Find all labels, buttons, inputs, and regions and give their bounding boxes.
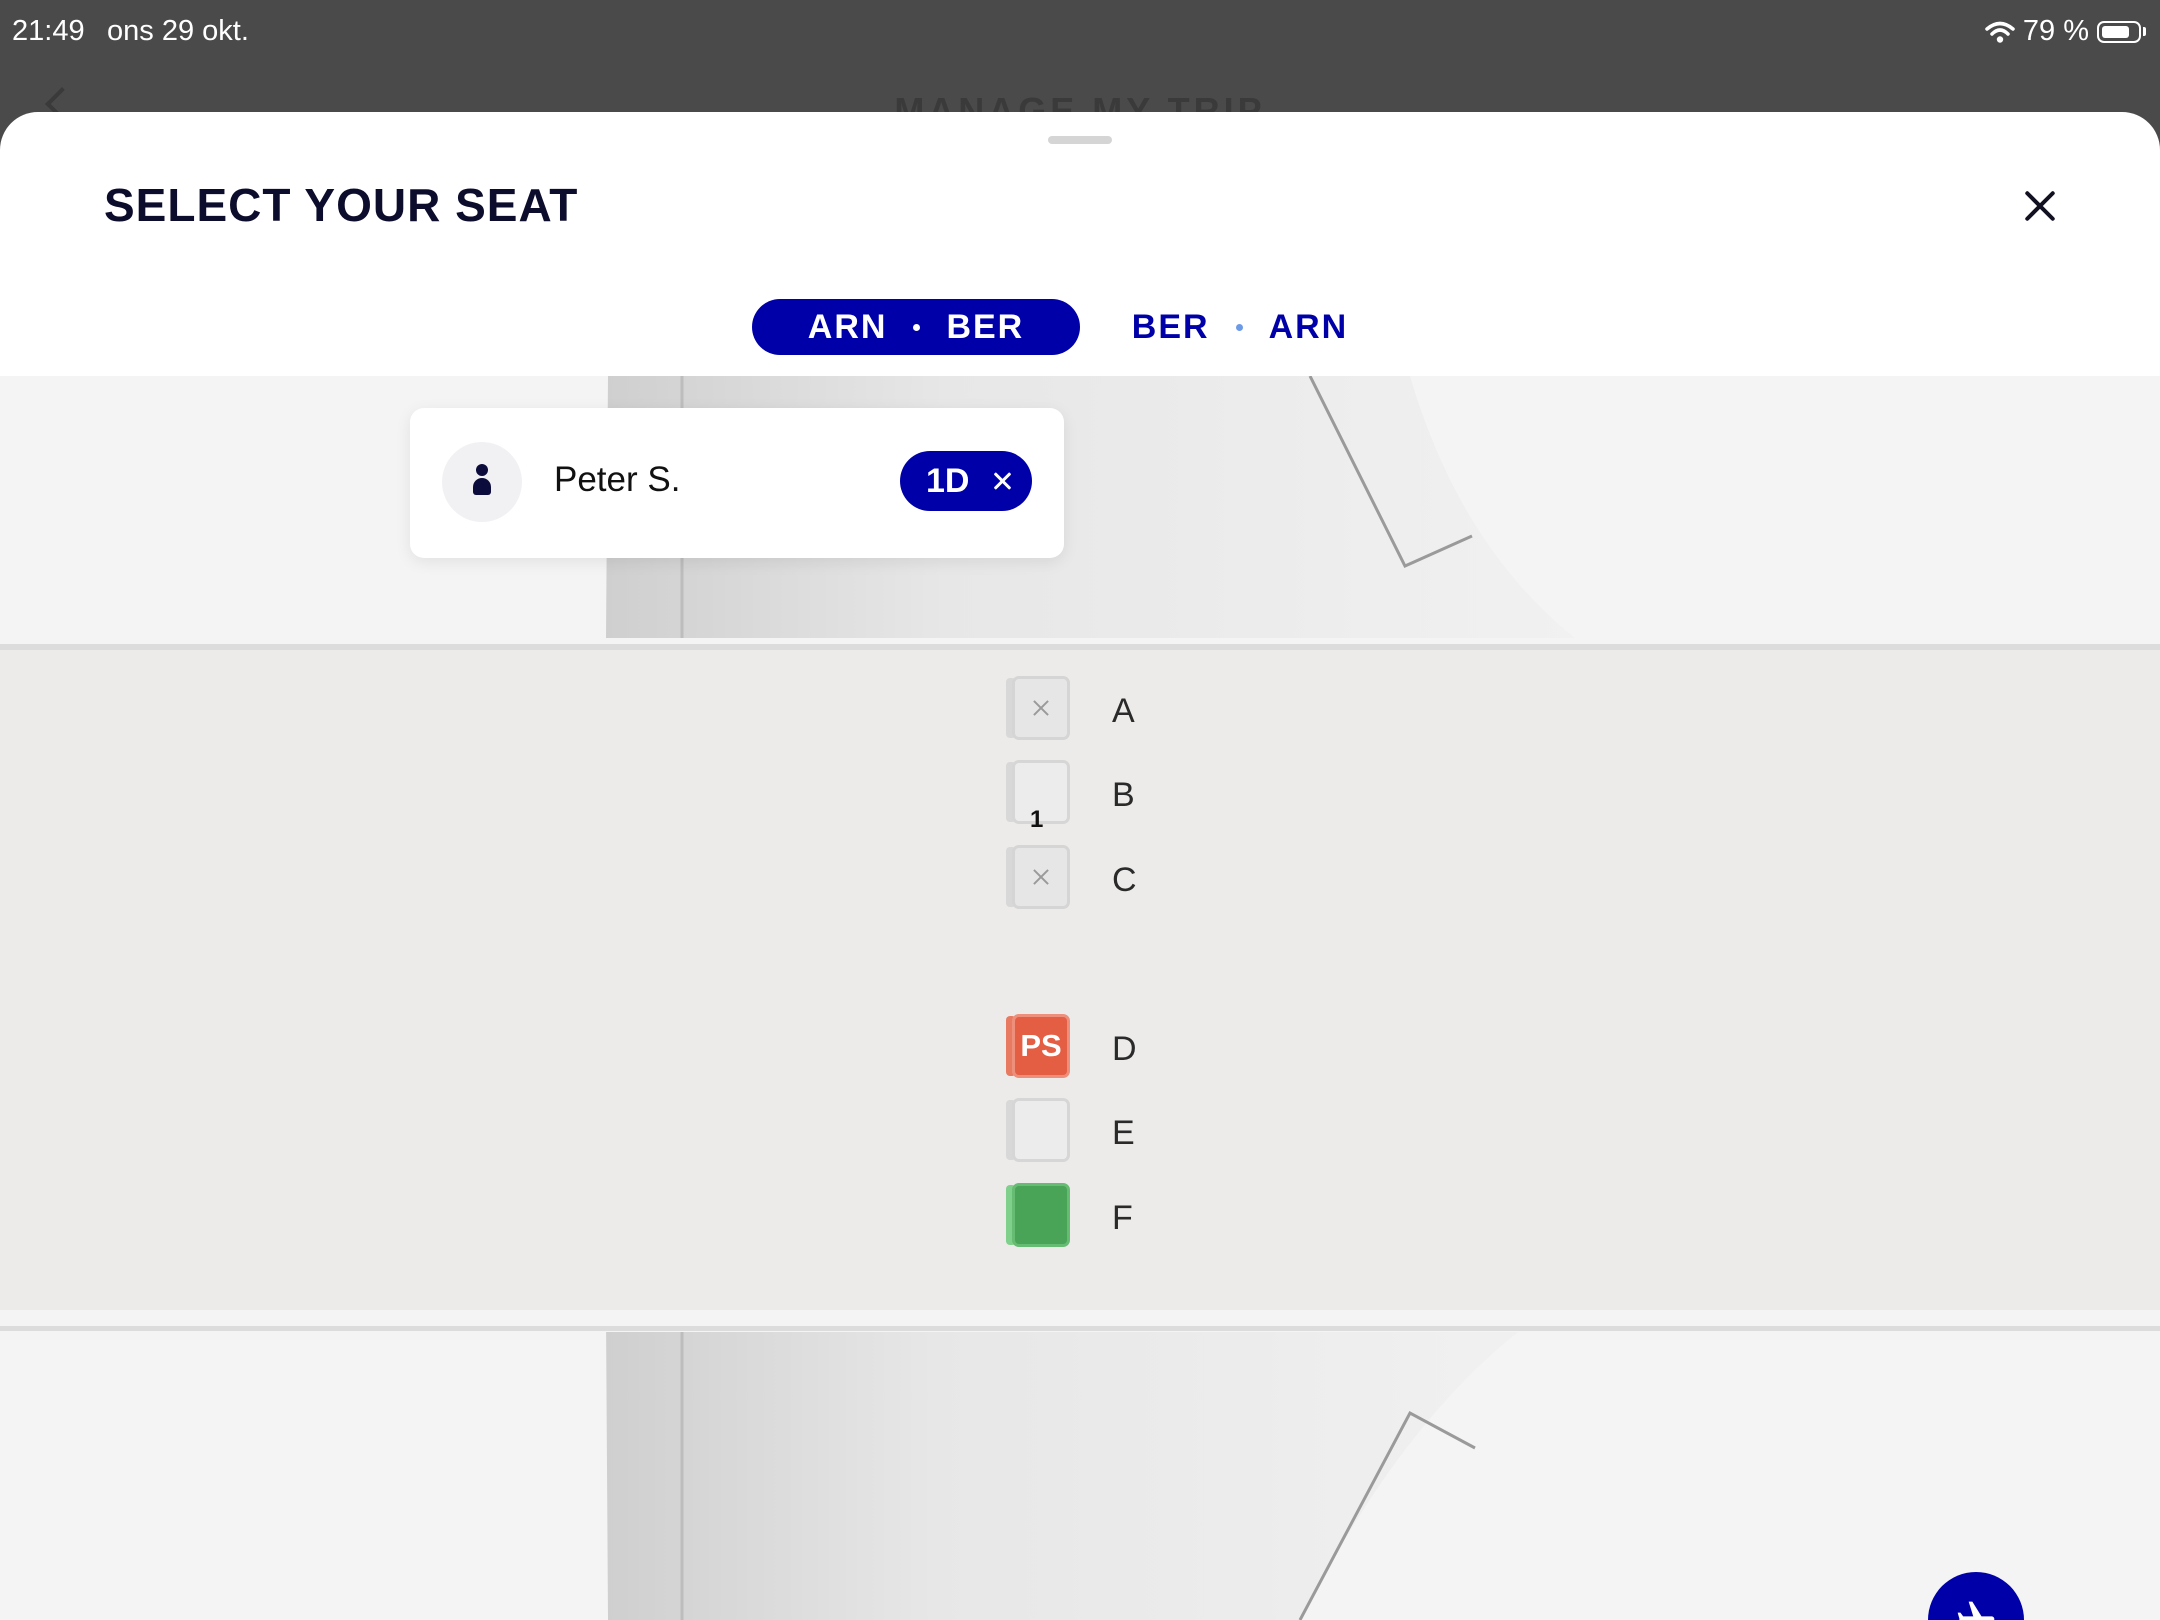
seat-1a: [1006, 676, 1070, 740]
wifi-icon: [1985, 21, 2015, 43]
seat-letter-f: F: [1112, 1199, 1133, 1237]
status-time: 21:49: [12, 15, 85, 47]
status-bar: 21:49 ons 29 okt. 79 %: [0, 0, 2160, 64]
seat-selection-sheet: SELECT YOUR SEAT ARN BER BER ARN Peter S…: [0, 112, 2160, 1620]
seat-cushion: PS: [1012, 1014, 1070, 1078]
seat-cushion: [1012, 845, 1070, 909]
sheet-grabber[interactable]: [1048, 136, 1112, 144]
seat-passenger-initials: PS: [1020, 1028, 1062, 1063]
seat-1c: [1006, 845, 1070, 909]
status-right: 79 %: [1985, 15, 2146, 48]
tab-separator-dot: [1235, 323, 1243, 331]
sheet-title: SELECT YOUR SEAT: [104, 179, 579, 231]
seat-1f[interactable]: [1006, 1183, 1070, 1247]
tab-ber-arn[interactable]: BER ARN: [1120, 299, 1360, 355]
seat-1e[interactable]: [1006, 1098, 1070, 1162]
seat-letter-e: E: [1112, 1114, 1135, 1152]
passenger-card[interactable]: Peter S. 1D: [410, 408, 1064, 558]
row-number: 1: [1030, 806, 1044, 833]
unavailable-icon: [1033, 869, 1049, 885]
tab-to: ARN: [1268, 307, 1349, 346]
seat-cushion: [1012, 676, 1070, 740]
close-icon[interactable]: [2016, 182, 2064, 230]
tab-arn-ber[interactable]: ARN BER: [752, 299, 1080, 355]
seat-letter-a: A: [1112, 692, 1135, 730]
seat-cushion: [1012, 1098, 1070, 1162]
person-icon-body: [473, 478, 491, 495]
tab-to: BER: [946, 307, 1025, 346]
tab-separator-dot: [913, 323, 921, 331]
seat-letter-b: B: [1112, 776, 1135, 814]
person-icon-head: [476, 464, 488, 476]
seat-letter-c: C: [1112, 861, 1137, 899]
selected-seat-label: 1D: [926, 461, 970, 500]
tab-from: ARN: [807, 307, 888, 346]
cabin-area: [0, 644, 2160, 1332]
seat-cushion: [1012, 1183, 1070, 1247]
selected-seat-chip[interactable]: 1D: [900, 451, 1032, 511]
person-icon: [442, 442, 522, 522]
battery-tip: [2143, 27, 2146, 36]
seat-letter-d: D: [1112, 1030, 1137, 1068]
airplane-icon: [1957, 1601, 1995, 1620]
remove-seat-icon[interactable]: [992, 471, 1012, 491]
tab-from: BER: [1131, 307, 1210, 346]
seat-1d[interactable]: PS: [1006, 1014, 1070, 1078]
passenger-name: Peter S.: [554, 460, 681, 499]
unavailable-icon: [1033, 700, 1049, 716]
cabin-edge: [0, 1326, 2160, 1331]
battery-icon: [2097, 20, 2141, 43]
seat-map[interactable]: [0, 376, 2160, 1620]
status-date: ons 29 okt.: [107, 15, 249, 47]
battery-percent: 79 %: [2022, 15, 2089, 47]
battery-level: [2102, 25, 2129, 38]
